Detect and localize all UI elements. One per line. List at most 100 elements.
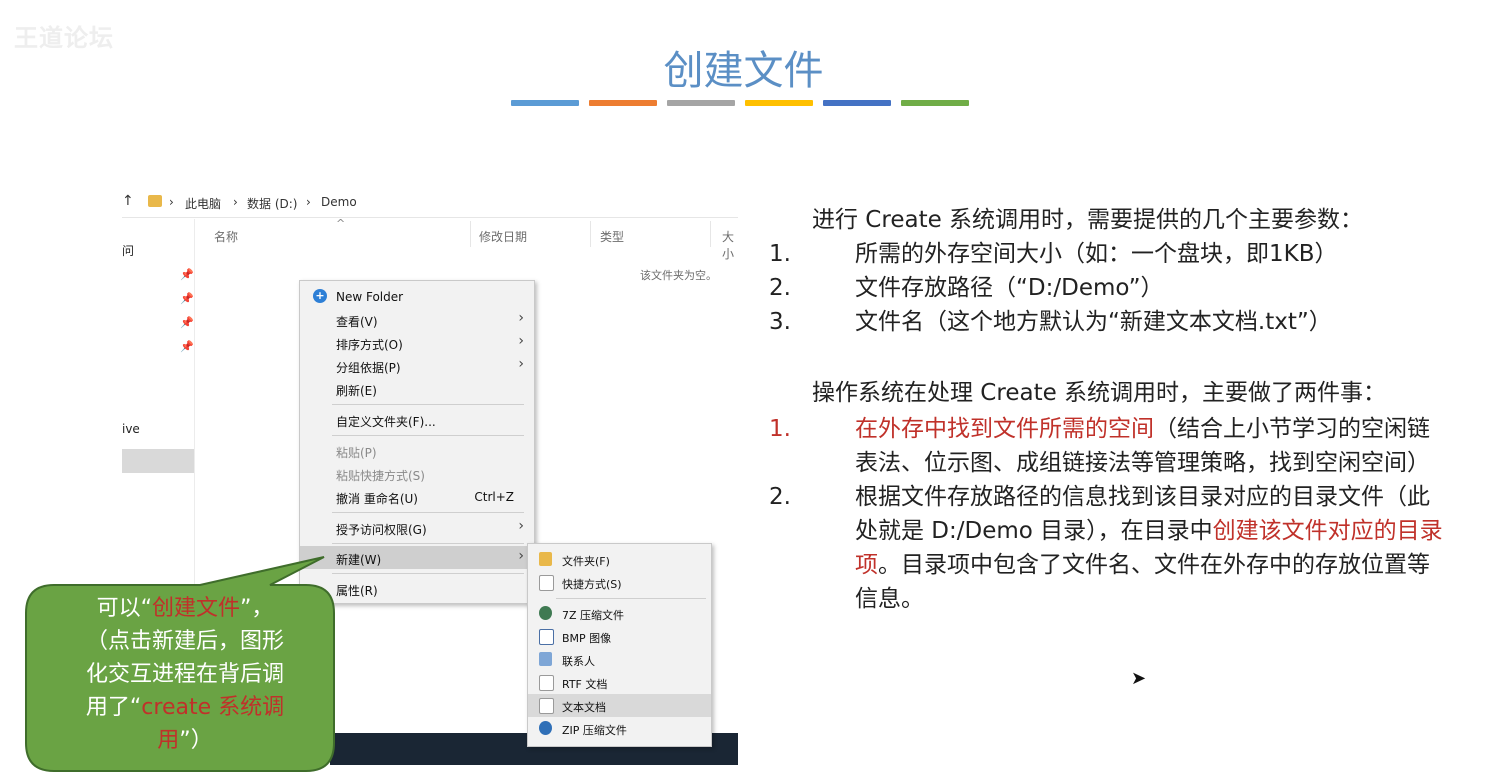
submenu-item-text-document[interactable]: 文本文档 xyxy=(528,694,711,717)
submenu-item-zip[interactable]: ZIP 压缩文件 xyxy=(528,717,711,740)
title-color-bar xyxy=(745,100,813,106)
title-color-bar xyxy=(667,100,735,106)
submenu-item-label: 文本文档 xyxy=(562,701,606,714)
new-folder-icon: + xyxy=(313,289,327,303)
menu-item-new-folder[interactable]: + New Folder xyxy=(300,285,534,308)
chevron-right-icon: › xyxy=(306,195,311,209)
menu-item-view[interactable]: 查看(V) › xyxy=(300,308,534,331)
pin-icon: 📌 xyxy=(180,268,194,281)
parameter-item: 3. 文件名（这个地方默认为“新建文本文档.txt”） xyxy=(769,305,1472,339)
menu-item-label: 刷新(E) xyxy=(336,384,377,398)
menu-item-refresh[interactable]: 刷新(E) xyxy=(300,377,534,400)
submenu-item-bmp[interactable]: BMP 图像 xyxy=(528,625,711,648)
chevron-right-icon: › xyxy=(518,333,524,349)
column-name[interactable]: 名称 xyxy=(214,228,238,245)
title-color-bar xyxy=(901,100,969,106)
document-icon xyxy=(539,675,554,691)
sidebar-label[interactable]: 问 xyxy=(122,242,134,259)
menu-item-undo-rename[interactable]: 撤消 重命名(U) Ctrl+Z xyxy=(300,485,534,508)
menu-separator xyxy=(556,598,706,599)
mouse-cursor-icon: ➤ xyxy=(1131,668,1147,689)
sidebar-label[interactable]: ive xyxy=(122,422,140,436)
list-number: 2. xyxy=(769,275,791,301)
title-color-bar xyxy=(589,100,657,106)
parameter-text: 文件名（这个地方默认为“新建文本文档.txt”） xyxy=(855,309,1332,335)
chevron-right-icon: › xyxy=(518,356,524,372)
menu-item-shortcut: Ctrl+Z xyxy=(474,490,514,504)
submenu-item-folder[interactable]: 文件夹(F) xyxy=(528,548,711,571)
column-divider[interactable] xyxy=(710,221,711,247)
step-text: 。目录项中包含了文件名、文件在外存中的存放位置等信息。 xyxy=(855,552,1430,612)
parameter-item: 1. 所需的外存空间大小（如：一个盘块，即1KB） xyxy=(769,237,1472,271)
callout-text: 可以“创建文件”， （点击新建后，图形 化交互进程在背后调 用了“create … xyxy=(44,592,326,757)
7z-archive-icon xyxy=(539,606,552,620)
callout-text-line: （点击新建后，图形 xyxy=(85,629,284,654)
shortcut-icon xyxy=(539,575,554,591)
parameters-section: 进行 Create 系统调用时，需要提供的几个主要参数： 1. 所需的外存空间大小… xyxy=(769,203,1472,339)
step-highlight: 在外存中找到文件所需的空间 xyxy=(855,416,1154,442)
step-item: 1. 在外存中找到文件所需的空间（结合上小节学习的空闲链表法、位示图、成组链接法等… xyxy=(769,412,1452,480)
new-submenu: 文件夹(F) 快捷方式(S) 7Z 压缩文件 BMP 图像 联系人 RTF 文档… xyxy=(527,543,712,747)
title-color-bar xyxy=(511,100,579,106)
column-modified[interactable]: 修改日期 xyxy=(479,228,527,245)
callout-text-line: 化交互进程在背后调 xyxy=(85,662,284,687)
breadcrumb-drive[interactable]: 数据 (D:) xyxy=(247,195,297,212)
menu-item-label: 排序方式(O) xyxy=(336,338,403,352)
column-divider[interactable] xyxy=(470,221,471,247)
menu-item-sort[interactable]: 排序方式(O) › xyxy=(300,331,534,354)
submenu-item-label: ZIP 压缩文件 xyxy=(562,724,627,737)
pin-icon: 📌 xyxy=(180,340,194,353)
zip-archive-icon xyxy=(539,721,552,735)
list-number: 3. xyxy=(769,309,791,335)
list-number: 1. xyxy=(769,416,791,442)
callout-text-part: ”） xyxy=(179,728,213,753)
callout-highlight: 创建文件 xyxy=(151,596,240,621)
callout-text-part: 可以“ xyxy=(96,596,152,621)
empty-folder-message: 该文件夹为空。 xyxy=(640,269,717,282)
breadcrumb-this-pc[interactable]: 此电脑 xyxy=(185,195,221,212)
chevron-right-icon: › xyxy=(518,548,524,564)
callout-text-part: 用了“ xyxy=(85,695,142,720)
contact-card-icon xyxy=(539,652,552,666)
submenu-item-rtf[interactable]: RTF 文档 xyxy=(528,671,711,694)
chevron-right-icon: › xyxy=(169,195,174,209)
menu-item-label: 授予访问权限(G) xyxy=(336,523,427,537)
step-item: 2. 根据文件存放路径的信息找到该目录对应的目录文件（此处就是 D:/Demo 目… xyxy=(769,480,1452,616)
menu-item-group[interactable]: 分组依据(P) › xyxy=(300,354,534,377)
folder-icon xyxy=(148,195,162,207)
up-arrow-icon[interactable]: ↑ xyxy=(122,193,134,209)
parameters-intro: 进行 Create 系统调用时，需要提供的几个主要参数： xyxy=(812,207,1364,233)
menu-item-label: New Folder xyxy=(336,290,404,304)
breadcrumb-demo[interactable]: Demo xyxy=(321,195,357,209)
submenu-item-shortcut[interactable]: 快捷方式(S) xyxy=(528,571,711,594)
submenu-item-label: 联系人 xyxy=(562,655,595,668)
column-size[interactable]: 大小 xyxy=(722,228,738,262)
column-type[interactable]: 类型 xyxy=(600,228,624,245)
sidebar-selected-item[interactable] xyxy=(122,449,194,473)
menu-item-customize-folder[interactable]: 自定义文件夹(F)... xyxy=(300,408,534,431)
parameter-text: 文件存放路径（“D:/Demo”） xyxy=(855,275,1164,301)
menu-item-label: 分组依据(P) xyxy=(336,361,401,375)
submenu-item-label: 7Z 压缩文件 xyxy=(562,609,625,622)
column-divider[interactable] xyxy=(590,221,591,247)
menu-item-paste-shortcut[interactable]: 粘贴快捷方式(S) xyxy=(300,462,534,485)
submenu-item-contact[interactable]: 联系人 xyxy=(528,648,711,671)
submenu-item-label: 文件夹(F) xyxy=(562,555,610,568)
submenu-item-label: BMP 图像 xyxy=(562,632,612,645)
menu-item-label: 粘贴(P) xyxy=(336,446,377,460)
chevron-right-icon: › xyxy=(518,518,524,534)
text-file-icon xyxy=(539,698,554,714)
callout-highlight: 用 xyxy=(157,728,180,753)
image-icon xyxy=(539,629,554,645)
submenu-item-7z[interactable]: 7Z 压缩文件 xyxy=(528,602,711,625)
os-steps-intro: 操作系统在处理 Create 系统调用时，主要做了两件事： xyxy=(812,380,1387,406)
menu-separator xyxy=(332,573,524,574)
parameter-item: 2. 文件存放路径（“D:/Demo”） xyxy=(769,271,1472,305)
menu-item-label: 自定义文件夹(F)... xyxy=(336,415,436,429)
pin-icon: 📌 xyxy=(180,292,194,305)
submenu-item-label: RTF 文档 xyxy=(562,678,608,691)
parameter-text: 所需的外存空间大小（如：一个盘块，即1KB） xyxy=(855,241,1338,267)
address-bar[interactable]: ↑ › 此电脑 › 数据 (D:) › Demo xyxy=(122,185,738,218)
chevron-right-icon: › xyxy=(518,310,524,326)
menu-item-paste[interactable]: 粘贴(P) xyxy=(300,439,534,462)
